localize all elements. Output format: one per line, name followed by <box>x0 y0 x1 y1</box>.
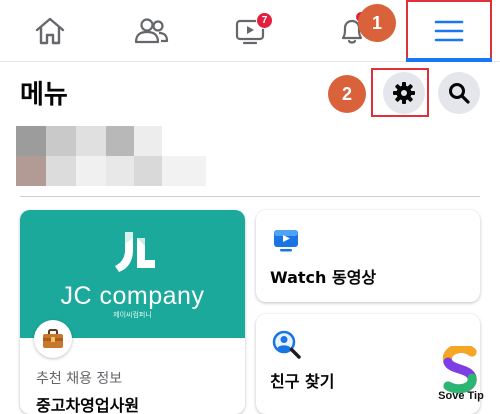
gear-icon <box>393 82 415 104</box>
find-friends-icon <box>272 330 301 359</box>
profile-row-blurred[interactable] <box>16 126 206 186</box>
jc-company-logo <box>115 232 155 272</box>
step-marker-2: 2 <box>328 75 366 113</box>
watch-video-label: Watch 동영상 <box>270 268 377 287</box>
briefcase-badge <box>34 320 72 358</box>
watermark-logo: Sove Tip <box>432 343 490 412</box>
home-icon <box>35 17 65 45</box>
settings-button[interactable] <box>383 72 425 114</box>
nav-friends-tab[interactable] <box>120 0 182 62</box>
hamburger-menu-icon <box>434 20 464 42</box>
jobs-card[interactable]: JC company 제이씨컴퍼니 추천 채용 정보 중고차영업사원 <box>20 210 245 414</box>
jc-company-wordmark: JC company <box>60 282 205 310</box>
friends-icon <box>134 18 169 44</box>
watch-badge: 7 <box>256 12 273 29</box>
watch-video-icon <box>274 230 298 252</box>
find-friends-label: 친구 찾기 <box>270 372 335 391</box>
nav-home-tab[interactable] <box>20 0 80 62</box>
jobs-card-title: 중고차영업사원 <box>36 396 140 414</box>
jobs-card-label: 추천 채용 정보 <box>36 371 123 387</box>
section-divider <box>20 196 480 197</box>
step-marker-1: 1 <box>358 4 396 42</box>
briefcase-icon <box>43 329 63 348</box>
page-title: 메뉴 <box>20 80 68 110</box>
search-button[interactable] <box>438 72 480 114</box>
watermark-s-icon <box>443 343 477 394</box>
jc-company-subtitle: 제이씨컴퍼니 <box>113 311 152 319</box>
watch-video-card[interactable]: Watch 동영상 <box>256 210 480 302</box>
nav-watch-tab[interactable] <box>220 0 280 62</box>
nav-menu-tab[interactable] <box>406 0 492 62</box>
top-navigation-bar: 7 <box>0 0 500 62</box>
search-icon <box>449 83 470 104</box>
jobs-hero-image: JC company 제이씨컴퍼니 <box>20 210 245 338</box>
watermark-text: Sove Tip <box>438 390 484 402</box>
active-tab-indicator <box>406 58 492 62</box>
